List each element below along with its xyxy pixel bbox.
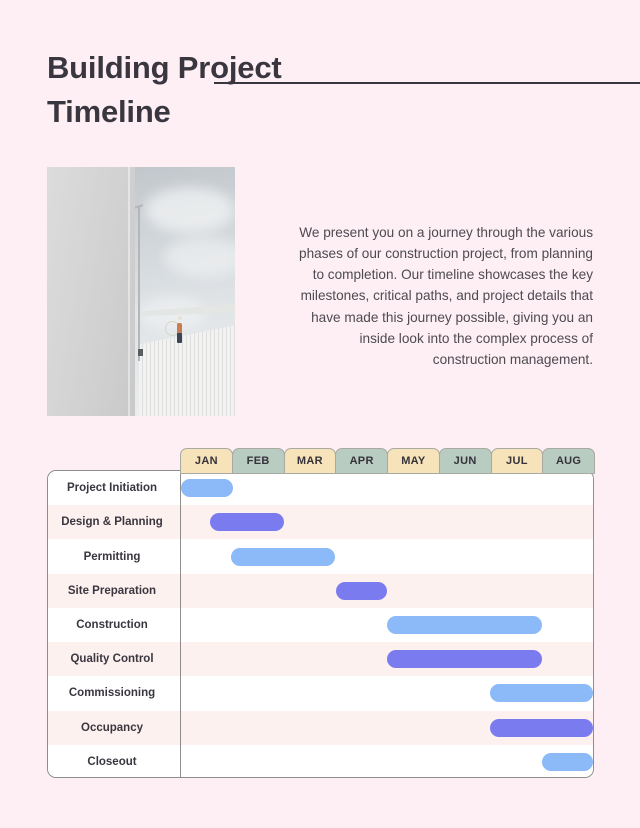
gantt-bar[interactable] (490, 718, 593, 737)
gantt-bar[interactable] (181, 479, 233, 498)
gantt-track (180, 505, 593, 540)
month-tab-label: FEB (246, 455, 270, 467)
photo-worker-body (176, 322, 182, 334)
month-tab-mar[interactable]: MAR (283, 448, 337, 474)
gantt-task-label: Construction (76, 618, 148, 631)
gantt-track (180, 573, 593, 608)
gantt-track (180, 676, 593, 711)
month-tab-label: APR (349, 455, 374, 467)
month-tab-jul[interactable]: JUL (490, 448, 544, 474)
gantt-task-label: Quality Control (70, 653, 154, 666)
gantt-task-label: Closeout (87, 755, 137, 768)
gantt-row: Occupancy (48, 710, 593, 745)
gantt-task-label: Commissioning (68, 687, 156, 700)
page-title: Building Project Timeline (47, 50, 282, 129)
photo-pole (138, 206, 140, 362)
gantt-task-label: Project Initiation (66, 482, 158, 495)
gantt-bar[interactable] (387, 615, 542, 634)
gantt-task-label: Permitting (83, 550, 141, 563)
page-header: Building Project Timeline (47, 46, 640, 134)
month-tab-jun[interactable]: JUN (438, 448, 492, 474)
month-tab-label: JUL (506, 455, 528, 467)
gantt-row: Design & Planning (48, 505, 593, 540)
photo-cloud (144, 186, 235, 233)
gantt-row: Permitting (48, 539, 593, 574)
gantt-task-label: Occupancy (81, 721, 143, 734)
gantt-row: Closeout (48, 744, 593, 777)
gantt-row: Project Initiation (48, 471, 593, 506)
gantt-bar[interactable] (231, 547, 336, 566)
intro-paragraph: We present you on a journey through the … (299, 224, 593, 368)
gantt-bar[interactable] (387, 650, 542, 669)
gantt-task-label: Site Preparation (67, 584, 157, 597)
gantt-track (180, 642, 593, 677)
month-tab-label: JUN (453, 455, 477, 467)
month-tab-feb[interactable]: FEB (231, 448, 285, 474)
gantt-row: Quality Control (48, 642, 593, 677)
gantt-bar[interactable] (209, 513, 284, 532)
photo-worker-legs (177, 332, 183, 343)
construction-photo (47, 167, 235, 416)
gantt-bar[interactable] (541, 752, 593, 771)
gantt-row: Commissioning (48, 676, 593, 711)
gantt-track (180, 539, 593, 574)
gantt-task-label: Design & Planning (61, 516, 163, 529)
month-tab-may[interactable]: MAY (387, 448, 440, 474)
month-tab-aug[interactable]: AUG (542, 448, 595, 474)
gantt-row: Site Preparation (48, 573, 593, 608)
month-header-row: JAN FEB MAR APR MAY JUN JUL AUG (180, 448, 595, 474)
month-tab-apr[interactable]: APR (335, 448, 388, 474)
gantt-table: Project Initiation Design & Planning Permi… (47, 470, 594, 778)
title-divider (214, 82, 640, 84)
gantt-row: Construction (48, 607, 593, 643)
gantt-bar[interactable] (335, 581, 387, 600)
gantt-track (180, 710, 593, 745)
photo-fixture (137, 348, 143, 356)
month-tab-jan[interactable]: JAN (180, 448, 233, 474)
month-tab-label: MAY (401, 455, 426, 467)
photo-wall (47, 167, 136, 416)
month-tab-label: JAN (194, 455, 218, 467)
month-tab-label: MAR (296, 455, 323, 467)
gantt-track (180, 744, 593, 777)
gantt-track (180, 607, 593, 643)
photo-cloud (163, 236, 235, 277)
gantt-track (180, 471, 593, 506)
gantt-bar[interactable] (490, 684, 593, 703)
month-tab-label: AUG (555, 455, 582, 467)
